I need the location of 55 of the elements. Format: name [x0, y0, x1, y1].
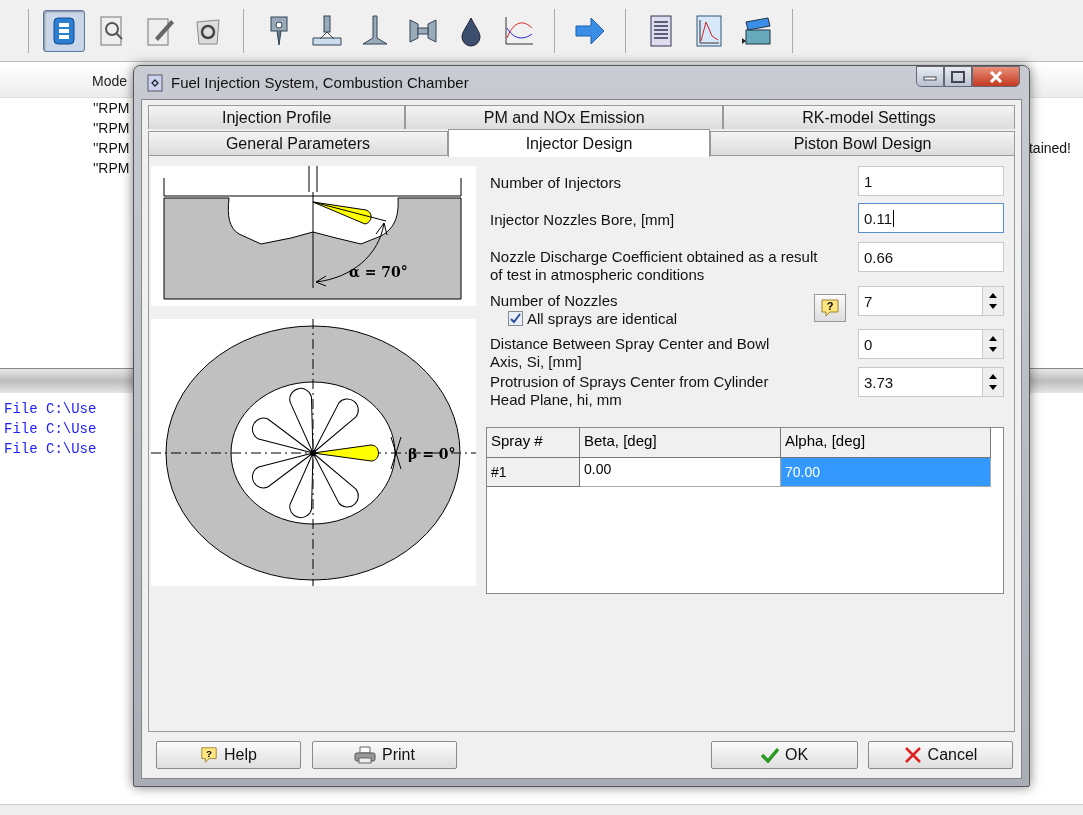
tab[interactable]: PM and NOx Emission [405, 105, 724, 129]
column-header[interactable]: Mode [92, 73, 128, 89]
input-field[interactable]: 1 [858, 166, 1004, 196]
print-button[interactable]: Print [312, 741, 457, 769]
list-cell: ''RPM [93, 160, 130, 176]
table-cell[interactable]: 0.00 [580, 458, 781, 487]
list-cell: tained! [1028, 140, 1071, 156]
close-icon [988, 70, 1004, 83]
log-line: File C:\Use [3, 441, 97, 459]
cancel-button[interactable]: Cancel [868, 741, 1013, 769]
minimize-button[interactable] [916, 66, 944, 87]
window-icon [147, 73, 163, 92]
list-cell: ''RPM [93, 140, 130, 156]
cross-icon [903, 746, 922, 764]
help-icon: ? [820, 298, 840, 318]
log-line: File C:\Use [3, 421, 97, 439]
list-cell: ''RPM [93, 100, 130, 116]
tab[interactable]: Injection Profile [148, 105, 406, 129]
checkbox[interactable] [508, 311, 523, 326]
column-header: Beta, [deg] [580, 428, 781, 458]
input-field[interactable]: 0.11 [858, 203, 1004, 233]
field-label: Injector Nozzles Bore, [mm] [490, 211, 676, 229]
input-field[interactable]: 0.66 [858, 242, 1004, 272]
beta-angle-label: β = 0° [408, 446, 456, 462]
tab[interactable]: Injector Design [447, 129, 711, 157]
list-cell: ''RPM [93, 120, 130, 136]
spin-field[interactable]: 3.73 [858, 367, 1004, 397]
window-title: Fuel Injection System, Combustion Chamber [171, 74, 469, 91]
spin-field[interactable]: 7 [858, 286, 1004, 316]
tab[interactable]: RK-model Settings [723, 105, 1015, 129]
help-button[interactable]: ? [814, 294, 846, 322]
database-button[interactable] [43, 9, 85, 52]
help-button[interactable]: ? Help [156, 741, 301, 769]
maximize-icon [951, 70, 965, 83]
alpha-angle-label: α = 70° [349, 264, 408, 280]
spin-field[interactable]: 0 [858, 329, 1004, 359]
column-header: Alpha, [deg] [781, 428, 991, 458]
tab[interactable]: Piston Bowl Design [710, 131, 1015, 155]
close-button[interactable] [972, 66, 1020, 87]
ok-button[interactable]: OK [711, 741, 858, 769]
injector-icon [310, 13, 344, 48]
tab[interactable]: General Parameters [148, 131, 448, 155]
column-header: Spray # [487, 428, 580, 458]
checkmark-icon [760, 747, 779, 763]
field-label: Number of Injectors [490, 174, 622, 192]
field-label: Nozzle Discharge Coefficient obtained as a result of test in atmospheric conditions [490, 248, 819, 284]
field-label: Distance Between Spray Center and Bowl Axis, Si, [mm] [490, 335, 771, 371]
help-icon: ? [200, 746, 219, 764]
maximize-button[interactable] [944, 66, 972, 87]
field-label: Protrusion of Sprays Center from Cylinder Head Plane, hi, mm [490, 373, 770, 409]
log-line: File C:\Use [3, 401, 97, 419]
table-cell: #1 [487, 458, 580, 487]
checkbox-label: All sprays are identical [527, 310, 678, 327]
printer-icon [354, 746, 377, 764]
field-label: Number of Nozzles [490, 292, 619, 310]
